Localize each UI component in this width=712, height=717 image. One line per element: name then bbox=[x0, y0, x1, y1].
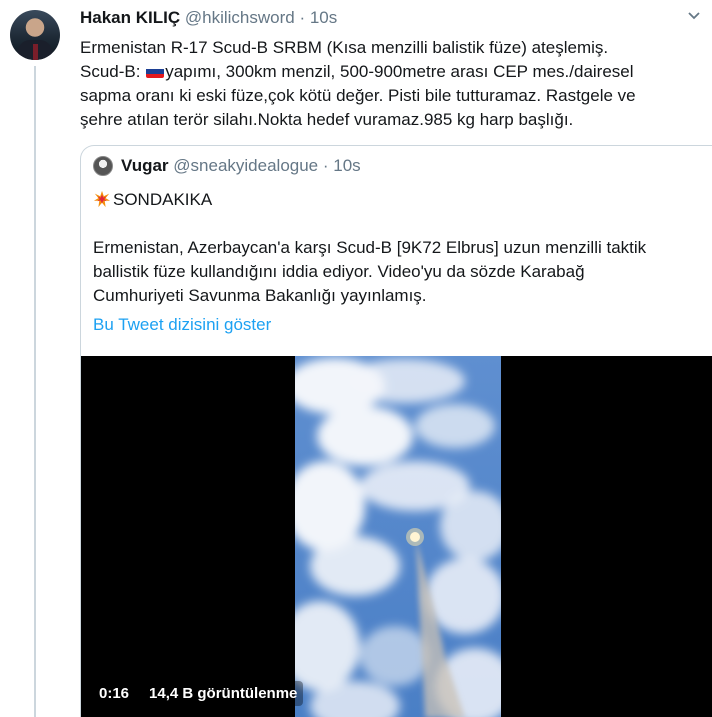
quote-time: · 10s bbox=[322, 156, 361, 175]
collision-icon bbox=[93, 190, 111, 208]
quote-header: Vugar @sneakyidealogue · 10s bbox=[93, 156, 361, 176]
russia-flag-icon bbox=[146, 65, 165, 78]
quote-line: Cumhuriyeti Savunma Bakanlığı yayınlamış… bbox=[93, 286, 427, 305]
quote-author-name: Vugar bbox=[121, 156, 169, 175]
video-frame bbox=[295, 356, 501, 717]
avatar-tie bbox=[33, 44, 38, 60]
video-views: 14,4 B görüntülenme bbox=[149, 685, 298, 702]
tweet-line: sapma oranı ki eski füze,çok kötü değer.… bbox=[80, 86, 636, 105]
tweet-text: Ermenistan R-17 Scud-B SRBM (Kısa menzil… bbox=[80, 36, 700, 132]
chevron-down-icon[interactable] bbox=[684, 6, 704, 26]
quote-headline-line: SONDAKIKA bbox=[93, 188, 703, 212]
video-timestamp: 0:16 bbox=[99, 685, 130, 702]
author-handle[interactable]: @hkilichsword bbox=[185, 8, 295, 27]
author-avatar[interactable] bbox=[10, 10, 60, 60]
quote-author-handle: @sneakyidealogue bbox=[173, 156, 319, 175]
sky-missile-image bbox=[295, 356, 501, 717]
tweet-line-prefix: Scud-B: bbox=[80, 62, 146, 81]
quoted-tweet[interactable]: Vugar @sneakyidealogue · 10s SONDAKIKA E… bbox=[80, 145, 712, 717]
thread-line bbox=[34, 66, 36, 717]
quote-line: Ermenistan, Azerbaycan'a karşı Scud-B [9… bbox=[93, 238, 647, 257]
quote-headline: SONDAKIKA bbox=[113, 190, 213, 209]
tweet-line: Scud-B: yapımı, 300km menzil, 500-900met… bbox=[80, 60, 700, 84]
video-overlay: 0:16 14,4 B görüntülenme bbox=[93, 681, 304, 706]
video-player[interactable]: 0:16 14,4 B görüntülenme bbox=[81, 356, 712, 717]
quote-body: SONDAKIKA Ermenistan, Azerbaycan'a karşı… bbox=[93, 188, 703, 308]
quote-avatar bbox=[93, 156, 113, 176]
show-thread-link[interactable]: Bu Tweet dizisini göster bbox=[93, 315, 271, 335]
tweet-line: Ermenistan R-17 Scud-B SRBM (Kısa menzil… bbox=[80, 38, 609, 57]
quote-line: ballistik füze kullandığını iddia ediyor… bbox=[93, 262, 585, 281]
tweet-line-suffix: yapımı, 300km menzil, 500-900metre arası… bbox=[165, 62, 634, 81]
tweet-line: şehre atılan terör silahı.Nokta hedef vu… bbox=[80, 110, 574, 129]
tweet-time[interactable]: · 10s bbox=[299, 8, 337, 27]
tweet-header: Hakan KILIÇ @hkilichsword · 10s bbox=[80, 8, 337, 28]
author-name[interactable]: Hakan KILIÇ bbox=[80, 8, 180, 27]
